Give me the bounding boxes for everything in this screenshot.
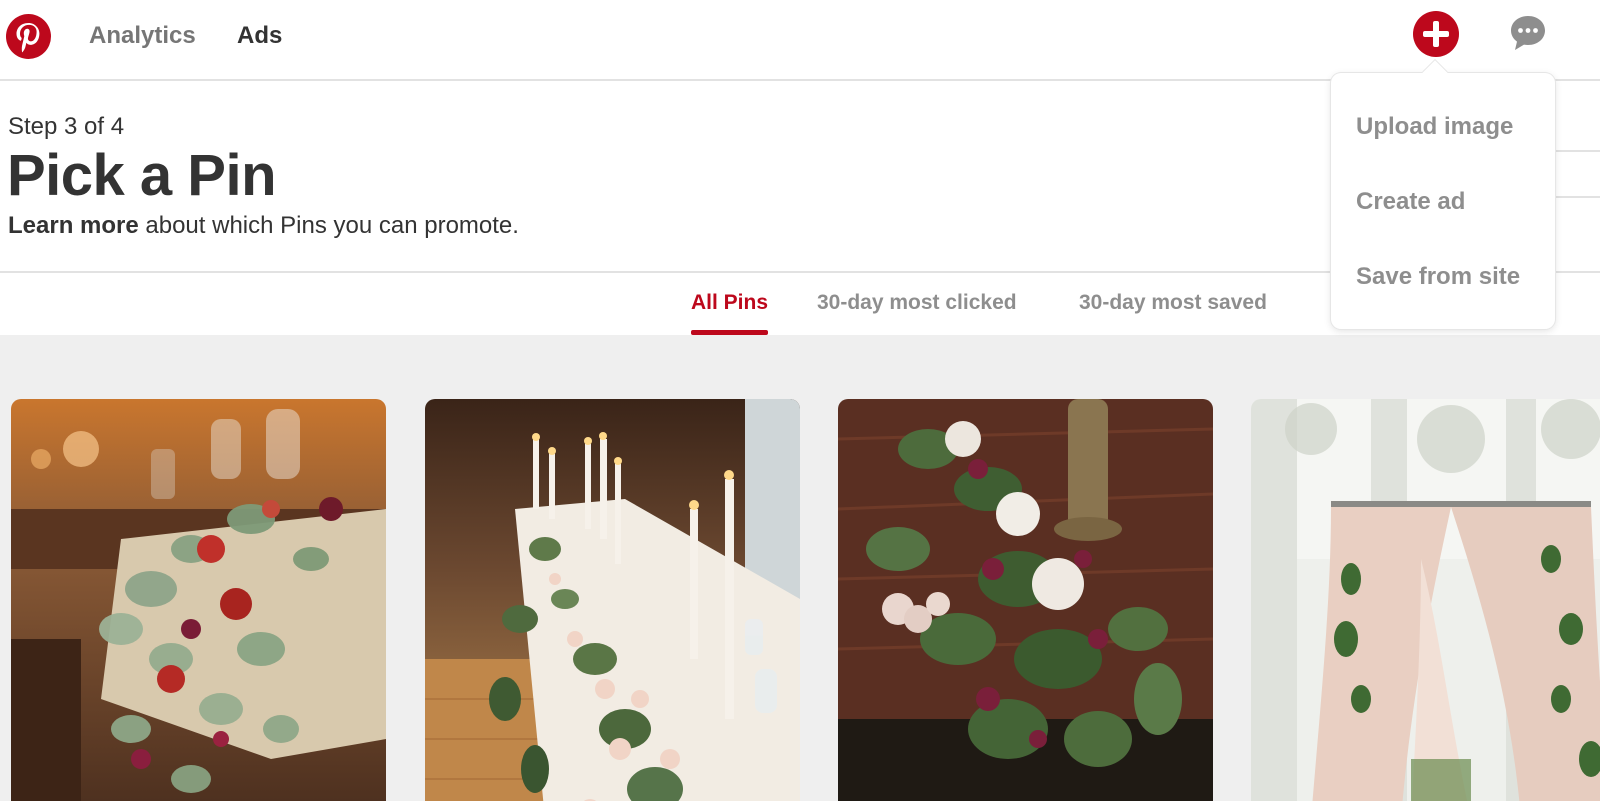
pin-card[interactable] [425, 399, 800, 801]
create-dropdown-menu: Upload image Create ad Save from site [1331, 73, 1555, 329]
pin-card[interactable] [1251, 399, 1600, 801]
chat-bubble-icon [1511, 16, 1545, 50]
pin-card[interactable] [838, 399, 1213, 801]
pinterest-logo-icon[interactable] [6, 14, 51, 59]
pin-grid [0, 335, 1600, 801]
plus-icon [1423, 21, 1449, 47]
nav-analytics[interactable]: Analytics [89, 22, 196, 50]
page-title: Pick a Pin [7, 143, 277, 208]
pin-image [838, 399, 1213, 801]
menu-item-upload-image[interactable]: Upload image [1356, 113, 1513, 141]
create-plus-button[interactable] [1413, 11, 1459, 57]
step-indicator: Step 3 of 4 [8, 113, 125, 140]
pin-image [11, 399, 386, 801]
menu-item-save-from-site[interactable]: Save from site [1356, 263, 1520, 291]
messages-button[interactable] [1508, 13, 1548, 53]
learn-more-text: Learn more about which Pins you can prom… [8, 212, 519, 240]
nav-ads[interactable]: Ads [237, 22, 282, 50]
tab-all-pins[interactable]: All Pins [691, 291, 769, 335]
tab-most-saved[interactable]: 30-day most saved [1079, 291, 1267, 315]
pin-image [1251, 399, 1600, 801]
menu-item-create-ad[interactable]: Create ad [1356, 188, 1465, 216]
pin-card[interactable] [11, 399, 386, 801]
learn-more-link[interactable]: Learn more [8, 212, 139, 239]
learn-more-description: about which Pins you can promote. [138, 212, 519, 239]
tab-most-clicked[interactable]: 30-day most clicked [817, 291, 1017, 315]
pin-image [425, 399, 800, 801]
top-navigation: Analytics Ads [0, 0, 1600, 81]
